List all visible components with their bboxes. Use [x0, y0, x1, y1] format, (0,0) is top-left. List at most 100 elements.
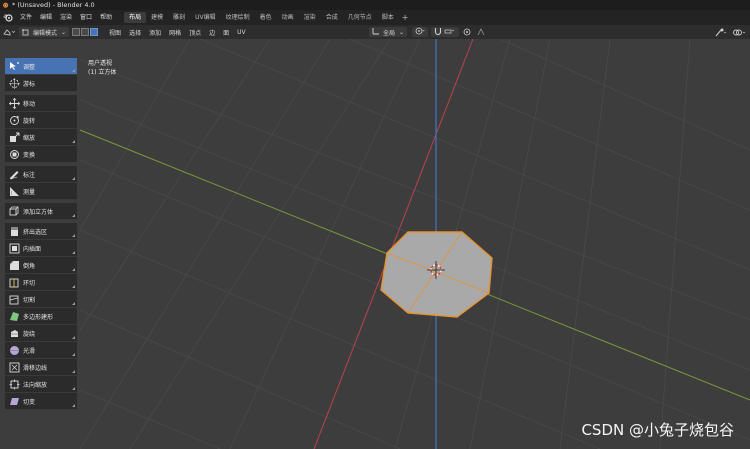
tool-label: 变换 — [23, 151, 36, 159]
pivot-icon — [415, 27, 425, 37]
tool-submenu-indicator — [72, 302, 75, 305]
menu-mesh[interactable]: 网格 — [165, 28, 185, 37]
tool-label: 法向缩放 — [23, 381, 48, 389]
tool-inset[interactable]: 内插面 — [5, 240, 77, 257]
overlays-toggle-icon[interactable] — [730, 27, 750, 37]
tool-label: 标注 — [23, 171, 36, 179]
tool-label: 内插面 — [23, 245, 42, 253]
tool-scale[interactable]: 缩放 — [5, 129, 77, 146]
grid-line — [199, 39, 750, 271]
tool-move[interactable]: 移动 — [5, 95, 77, 112]
tool-label: 测量 — [23, 188, 36, 196]
tool-shrink-fatten[interactable]: 法向缩放 — [5, 376, 77, 393]
tool-label: 旋转 — [23, 117, 36, 125]
3d-viewport[interactable]: 用户透视 (1) 立方体 — [0, 39, 750, 449]
inset-icon — [5, 240, 23, 256]
tab-scripting[interactable]: 脚本 — [377, 12, 399, 23]
pivot-point-dropdown[interactable] — [412, 27, 429, 37]
transform-orientation-dropdown[interactable]: 全局 ⌄ — [369, 27, 408, 37]
mode-dropdown[interactable]: 编辑模式 ⌄ — [19, 27, 70, 37]
tool-submenu-indicator — [72, 268, 75, 271]
tab-rendering[interactable]: 渲染 — [299, 12, 321, 23]
tool-transform[interactable]: 变换 — [5, 146, 77, 163]
tool-label: 光滑 — [23, 347, 36, 355]
menu-add[interactable]: 添加 — [145, 28, 165, 37]
tool-smooth[interactable]: 光滑 — [5, 342, 77, 359]
tab-modeling[interactable]: 建模 — [146, 12, 168, 23]
menu-window[interactable]: 窗口 — [76, 10, 96, 25]
menu-edge[interactable]: 边 — [205, 28, 219, 37]
move-icon — [5, 95, 23, 111]
tab-animation[interactable]: 动画 — [277, 12, 299, 23]
menu-file[interactable]: 文件 — [16, 10, 36, 25]
tool-add-cube[interactable]: 添加立方体 — [5, 203, 77, 220]
tab-sculpting[interactable]: 雕刻 — [168, 12, 190, 23]
viewport-header: 编辑模式 ⌄ 视图 选择 添加 网格 顶点 边 面 UV 全局 ⌄ — [0, 25, 750, 39]
tool-bevel[interactable]: 倒角 — [5, 257, 77, 274]
menu-view[interactable]: 视图 — [105, 28, 125, 37]
editor-type-icon[interactable] — [0, 27, 18, 37]
csdn-watermark: CSDN @小兔子烧包谷 — [581, 421, 734, 439]
scale-icon — [5, 129, 23, 145]
smooth-icon — [5, 342, 23, 358]
tool-poly-build[interactable]: 多边形建形 — [5, 308, 77, 325]
tab-compositing[interactable]: 合成 — [321, 12, 343, 23]
tool-rotate[interactable]: 旋转 — [5, 112, 77, 129]
menu-select[interactable]: 选择 — [125, 28, 145, 37]
tool-submenu-indicator — [72, 234, 75, 237]
tab-layout[interactable]: 布局 — [124, 12, 147, 23]
tab-geometry-nodes[interactable]: 几何节点 — [343, 12, 377, 23]
gizmo-toggle-icon[interactable] — [712, 27, 730, 37]
menu-face[interactable]: 面 — [219, 28, 233, 37]
proportional-edit-button[interactable] — [460, 27, 474, 37]
grid-line — [79, 39, 331, 449]
tool-label: 滑移边线 — [23, 364, 48, 372]
viewport-scene — [79, 39, 750, 449]
blender-menu-icon[interactable] — [0, 10, 16, 25]
tool-annotate[interactable]: 标注 — [5, 166, 77, 183]
tab-shading[interactable]: 着色 — [255, 12, 277, 23]
grid-line — [559, 39, 611, 449]
tool-shear[interactable]: 切变 — [5, 393, 77, 410]
vertex-select-button[interactable] — [72, 28, 81, 36]
transform-icon — [5, 146, 23, 162]
tool-label: 切变 — [23, 398, 36, 406]
poly-build-icon — [5, 308, 23, 324]
menu-render[interactable]: 渲染 — [56, 10, 76, 25]
select-mode-group — [72, 28, 99, 36]
tool-loop-cut[interactable]: 环切 — [5, 274, 77, 291]
tool-cursor[interactable]: 游标 — [5, 75, 77, 92]
tool-spin[interactable]: 旋绕 — [5, 325, 77, 342]
tool-label: 调整 — [23, 63, 36, 71]
tool-knife[interactable]: 切割 — [5, 291, 77, 308]
tool-label: 缩放 — [23, 134, 36, 142]
edge-select-button[interactable] — [81, 28, 90, 36]
tab-texture-paint[interactable]: 纹理绘制 — [221, 12, 255, 23]
face-select-button[interactable] — [90, 28, 99, 36]
cursor-icon — [5, 75, 23, 91]
tool-edge-slide[interactable]: 滑移边线 — [5, 359, 77, 376]
tab-uv-editing[interactable]: UV编辑 — [190, 12, 221, 23]
menu-vertex[interactable]: 顶点 — [185, 28, 205, 37]
proportional-falloff-icon[interactable] — [474, 27, 490, 37]
tool-submenu-indicator — [72, 336, 75, 339]
spin-icon — [5, 325, 23, 341]
menu-help[interactable]: 帮助 — [96, 10, 116, 25]
loop-cut-icon — [5, 274, 23, 290]
menu-edit[interactable]: 编辑 — [36, 10, 56, 25]
menu-uv[interactable]: UV — [233, 29, 250, 36]
tool-extrude[interactable]: 挤出选区 — [5, 223, 77, 240]
tool-tweak[interactable]: 调整 — [5, 58, 77, 75]
add-workspace-button[interactable]: + — [399, 12, 412, 23]
chevron-down-icon: ⌄ — [399, 28, 405, 36]
extrude-icon — [5, 223, 23, 239]
snap-toggle[interactable] — [431, 27, 460, 37]
object-name-label: (1) 立方体 — [88, 69, 117, 76]
tool-measure[interactable]: 测量 — [5, 183, 77, 200]
tool-submenu-indicator — [72, 251, 75, 254]
magnet-icon — [434, 27, 442, 37]
snap-target-icon — [444, 27, 456, 37]
tool-submenu-indicator — [72, 214, 75, 217]
tool-label: 挤出选区 — [23, 228, 48, 236]
tool-submenu-indicator — [72, 387, 75, 390]
